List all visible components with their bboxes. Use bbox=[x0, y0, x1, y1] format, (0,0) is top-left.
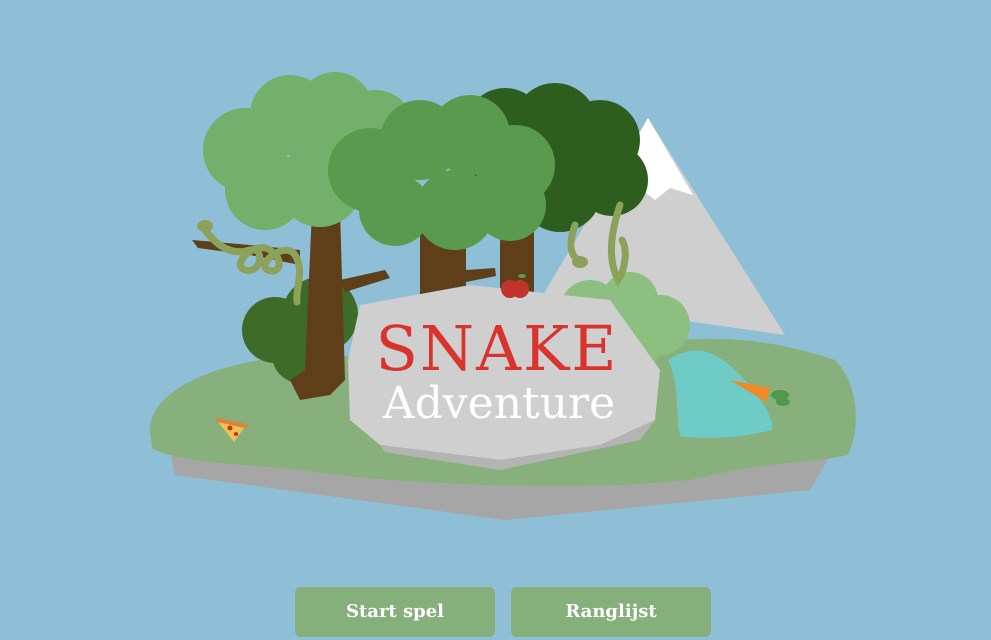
start-game-button[interactable]: Start spel bbox=[295, 587, 495, 637]
game-title-snake: SNAKE bbox=[375, 312, 618, 385]
game-title-adventure: Adventure bbox=[382, 378, 615, 429]
island-scene: SNAKE Adventure bbox=[150, 72, 856, 520]
leaderboard-button[interactable]: Ranglijst bbox=[511, 587, 711, 637]
